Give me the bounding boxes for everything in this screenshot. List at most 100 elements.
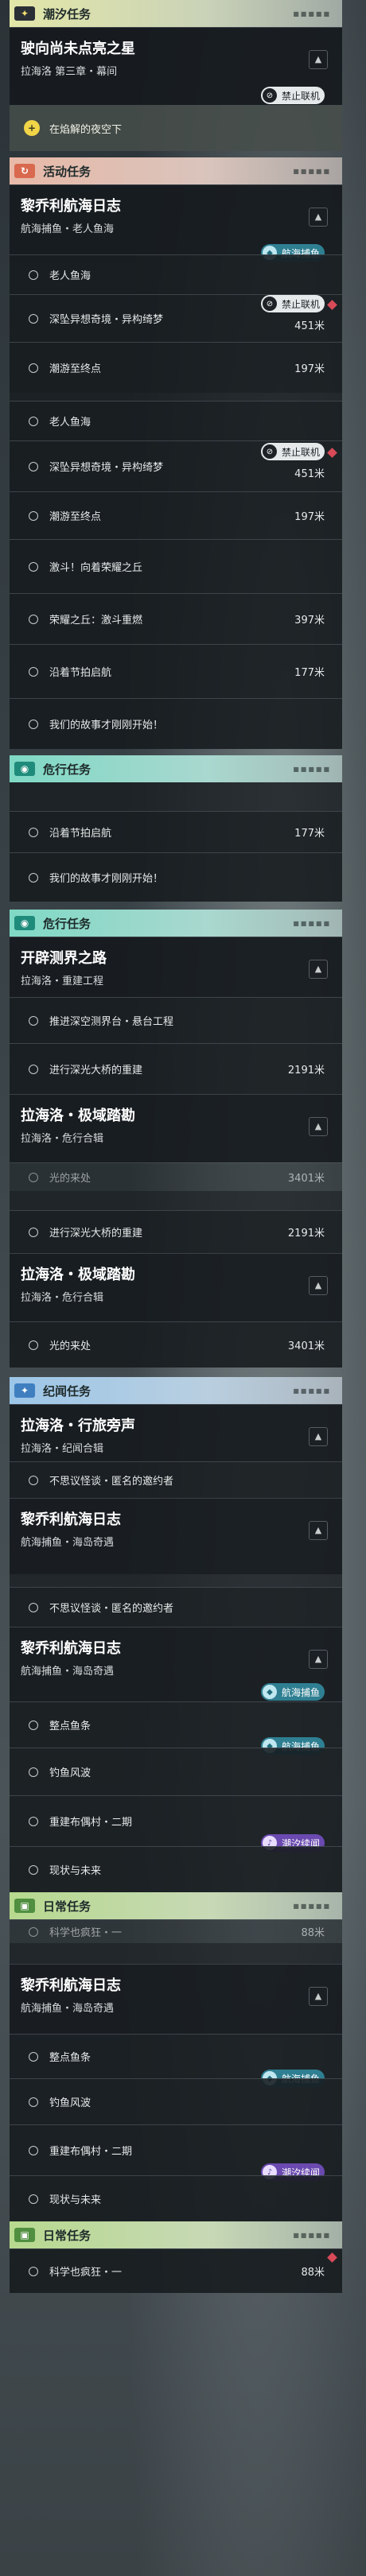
task-card-voyage[interactable]: 黎乔利航海日志 航海捕鱼・老人鱼海 ▲ ◆ 航海捕鱼 <box>10 184 342 262</box>
section-header-activity: ↻ 活动任务 ■■■■■ <box>10 157 342 184</box>
task-row[interactable]: 潮游至终点 197米 <box>10 491 342 539</box>
radio-icon[interactable] <box>29 872 38 883</box>
task-subtitle: 航海捕鱼・海岛奇遇 <box>21 1537 115 1549</box>
task-card-tide[interactable]: 驶向尚未点亮之星 拉海洛 第三章・幕间 ▲ ⊘ 禁止联机 <box>10 27 342 105</box>
ban-coop-badge: ⊘ 禁止联机 <box>260 87 325 104</box>
task-row[interactable]: 我们的故事才刚刚开始！ <box>10 852 342 902</box>
task-row[interactable]: 不思议怪谈・匿名的邀约者 <box>10 1461 342 1498</box>
task-row[interactable]: 进行深光大桥的重建 2191米 <box>10 1210 342 1253</box>
radio-icon[interactable] <box>29 510 38 521</box>
radio-icon[interactable] <box>29 2097 38 2107</box>
task-row[interactable]: 沿着节拍启航 177米 <box>10 811 342 852</box>
section-header-story: ✦ 纪闻任务 ■■■■■ <box>10 1377 342 1404</box>
distance: 451米 <box>294 320 325 332</box>
radio-icon[interactable] <box>29 363 38 373</box>
radio-icon[interactable] <box>29 827 38 837</box>
collapse-chevron-icon[interactable]: ▲ <box>309 1276 328 1295</box>
task-row[interactable]: 科学也疯狂・一 88米 <box>10 2248 342 2293</box>
radio-icon[interactable] <box>29 1475 38 1485</box>
task-row[interactable]: 荣耀之丘：激斗重燃 397米 <box>10 593 342 644</box>
notice-row[interactable]: + 在焰解的夜空下 <box>10 105 342 151</box>
decorative-dots: ■■■■■ <box>293 168 331 175</box>
radio-icon[interactable] <box>29 1767 38 1777</box>
task-row[interactable]: 激斗！向着荣耀之丘 <box>10 539 342 593</box>
task-row[interactable]: 老人鱼海 <box>10 254 342 294</box>
sea-fishing-badge: ◆航海捕鱼 <box>260 1683 325 1701</box>
radio-icon[interactable] <box>29 2266 38 2276</box>
radio-icon[interactable] <box>29 1015 38 1026</box>
collapse-chevron-icon[interactable]: ▲ <box>309 1987 328 2006</box>
collapse-chevron-icon[interactable]: ▲ <box>309 1117 328 1136</box>
radio-icon[interactable] <box>29 1816 38 1826</box>
radio-icon[interactable] <box>29 313 38 324</box>
radio-icon[interactable] <box>29 2051 38 2062</box>
task-row[interactable]: 重建布偶村・二期 ♪ 潮汐续闻 <box>10 2124 342 2181</box>
task-card-pioneer[interactable]: 开辟测界之路 拉海洛・重建工程 ▲ <box>10 937 342 997</box>
radio-icon[interactable] <box>29 461 38 471</box>
task-row[interactable]: 重建布偶村・二期 ♪ 潮汐续闻 <box>10 1795 342 1852</box>
task-label: 推进深空测界台・悬台工程 <box>49 1016 174 1028</box>
story-icon: ✦ <box>14 1383 35 1398</box>
task-label: 沿着节拍启航 <box>49 828 112 840</box>
danger-icon: ◉ <box>14 762 35 776</box>
task-card-voyage[interactable]: 黎乔利航海日志 航海捕鱼・海岛奇遇 ▲ <box>10 1498 342 1574</box>
task-card-voyage[interactable]: 黎乔利航海日志 航海捕鱼・海岛奇遇 ▲ <box>10 1964 342 2034</box>
ban-coop-badge: ⊘ 禁止联机 <box>260 295 325 312</box>
task-row[interactable]: 老人鱼海 <box>10 401 342 440</box>
radio-icon[interactable] <box>29 561 38 572</box>
task-row[interactable]: 深坠异想奇境・异构绮梦 451米 ⊘ 禁止联机 <box>10 294 342 342</box>
section-title: 危行任务 <box>43 916 92 931</box>
collapse-chevron-icon[interactable]: ▲ <box>309 1521 328 1540</box>
task-label: 我们的故事才刚刚开始！ <box>49 720 164 731</box>
decorative-dots: ■■■■■ <box>293 766 331 773</box>
radio-icon[interactable] <box>29 719 38 729</box>
task-row[interactable]: 钓鱼风波 <box>10 2078 342 2124</box>
decorative-dots: ■■■■■ <box>293 10 331 17</box>
radio-icon[interactable] <box>29 2145 38 2155</box>
radio-icon[interactable] <box>29 1720 38 1730</box>
task-list[interactable]: ✦ 潮汐任务 ■■■■■ 驶向尚未点亮之星 拉海洛 第三章・幕间 ▲ ⊘ 禁止联机… <box>10 0 342 2293</box>
task-row[interactable]: 深坠异想奇境・异构绮梦 451米 ⊘ 禁止联机 <box>10 440 342 491</box>
radio-icon <box>29 1172 38 1182</box>
task-row[interactable]: 整点鱼条◆航海捕鱼 <box>10 2034 342 2087</box>
task-row[interactable]: 光的来处 3401米 <box>10 1321 342 1368</box>
radio-icon[interactable] <box>29 1227 38 1237</box>
task-row[interactable]: 沿着节拍启航 177米 <box>10 644 342 698</box>
collapse-chevron-icon[interactable]: ▲ <box>309 208 328 227</box>
task-card-extreme[interactable]: 拉海洛・极域踏勘 拉海洛・危行合辑 ▲ <box>10 1253 342 1321</box>
task-card-whisper[interactable]: 拉海洛・行旅旁声 拉海洛・纪闻合辑 ▲ <box>10 1404 342 1461</box>
radio-icon[interactable] <box>29 1340 38 1350</box>
radio-icon[interactable] <box>29 416 38 426</box>
task-row[interactable]: 推进深空测界台・悬台工程 <box>10 997 342 1043</box>
task-row[interactable]: 现状与未来 <box>10 1846 342 1892</box>
task-title: 拉海洛・极域踏勘 <box>21 1108 135 1124</box>
danger-icon: ◉ <box>14 916 35 930</box>
task-card-extreme[interactable]: 拉海洛・极域踏勘 拉海洛・危行合辑 ▲ <box>10 1094 342 1162</box>
radio-icon[interactable] <box>29 270 38 280</box>
task-label: 整点鱼条 <box>49 2052 92 2064</box>
task-row[interactable]: 我们的故事才刚刚开始！ <box>10 698 342 749</box>
radio-icon[interactable] <box>29 1864 38 1875</box>
collapse-chevron-icon[interactable]: ▲ <box>309 50 328 69</box>
collapse-chevron-icon[interactable]: ▲ <box>309 1650 328 1669</box>
radio-icon[interactable] <box>29 2194 38 2204</box>
task-row[interactable]: 钓鱼风波 <box>10 1748 342 1795</box>
plus-icon: + <box>24 120 40 136</box>
radio-icon[interactable] <box>29 614 38 624</box>
radio-icon[interactable] <box>29 666 38 677</box>
task-card-voyage[interactable]: 黎乔利航海日志 航海捕鱼・海岛奇遇 ▲ ◆ 航海捕鱼 <box>10 1627 342 1701</box>
radio-icon[interactable] <box>29 1602 38 1612</box>
task-row[interactable]: 潮游至终点 197米 <box>10 342 342 393</box>
task-row[interactable]: 不思议怪谈・匿名的邀约者 <box>10 1587 342 1627</box>
task-label: 我们的故事才刚刚开始！ <box>49 873 164 885</box>
list-separator <box>10 782 342 811</box>
collapse-chevron-icon[interactable]: ▲ <box>309 1427 328 1446</box>
radio-icon[interactable] <box>29 1064 38 1074</box>
collapse-chevron-icon[interactable]: ▲ <box>309 960 328 979</box>
task-label: 重建布偶村・二期 <box>49 2146 133 2158</box>
task-row[interactable]: 整点鱼条◆航海捕鱼 <box>10 1701 342 1755</box>
task-row[interactable]: 进行深光大桥的重建 2191米 <box>10 1043 342 1094</box>
task-row[interactable]: 现状与未来 <box>10 2175 342 2221</box>
task-label: 科学也疯狂・一 <box>49 2267 123 2279</box>
task-label: 科学也疯狂・一 <box>49 1927 123 1939</box>
